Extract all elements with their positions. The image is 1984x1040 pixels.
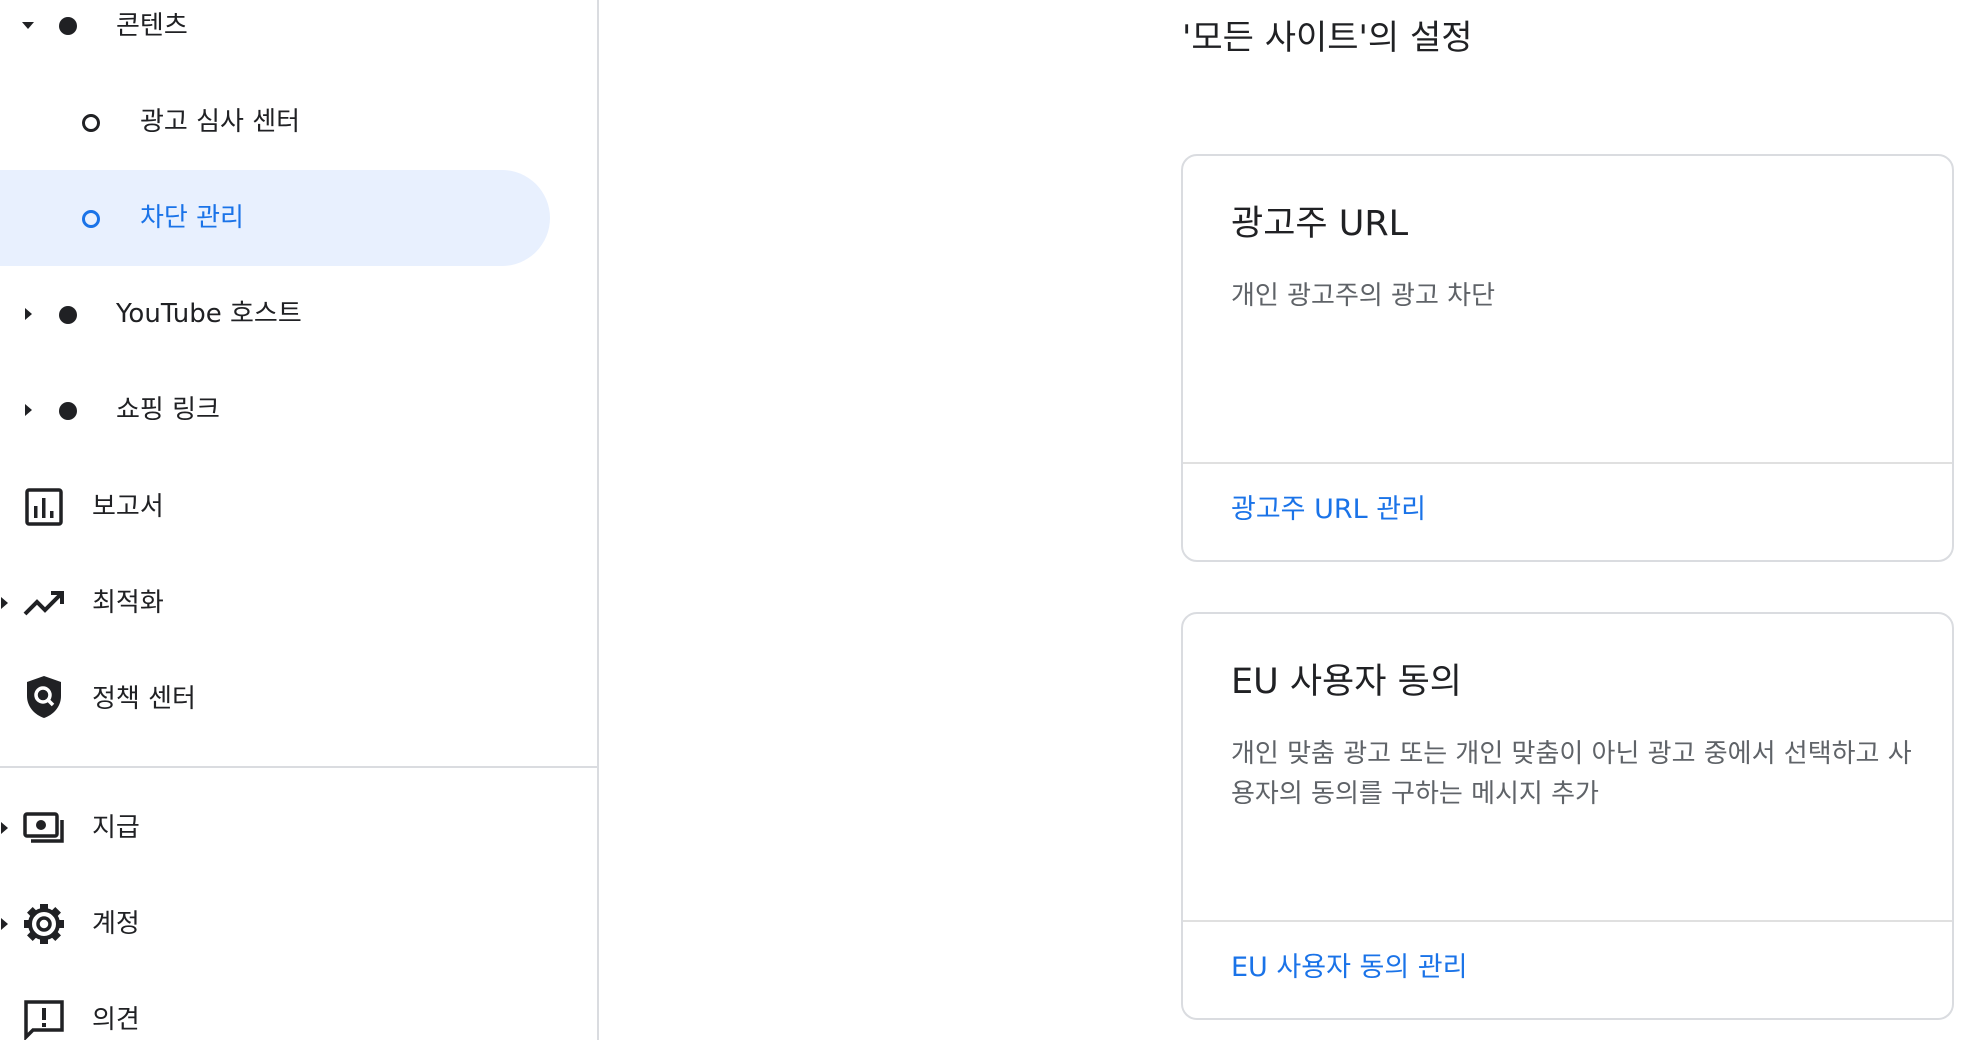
advertiser-url-card: 광고주 URL 개인 광고주의 광고 차단 광고주 URL 관리: [1181, 154, 1954, 562]
feedback-icon: [22, 998, 66, 1040]
chevron-right-icon[interactable]: [25, 308, 32, 320]
sidebar-item-label: 차단 관리: [140, 203, 244, 233]
chevron-right-icon[interactable]: [1, 597, 8, 609]
payments-icon: [22, 806, 66, 850]
bar-chart-icon: [22, 485, 66, 529]
sidebar-item-label: 쇼핑 링크: [116, 395, 220, 425]
sidebar-item-label: 의견: [92, 1005, 140, 1035]
shield-search-icon: [22, 675, 66, 719]
sidebar: 콘텐츠 광고 심사 센터 차단 관리 YouTube 호스트 쇼핑 링크 보고서…: [0, 0, 599, 1040]
filled-dot-icon: [59, 306, 77, 324]
filled-dot-icon: [59, 17, 77, 35]
chevron-right-icon[interactable]: [25, 404, 32, 416]
sidebar-item-label: 최적화: [92, 588, 164, 618]
sidebar-item-label: 콘텐츠: [116, 11, 188, 41]
sidebar-item-policy-center[interactable]: 정책 센터: [0, 651, 550, 747]
sidebar-item-label: 보고서: [92, 492, 164, 522]
trending-up-icon: [22, 581, 66, 625]
sidebar-item-blocking-controls[interactable]: 차단 관리: [0, 170, 550, 266]
sidebar-item-youtube-host[interactable]: YouTube 호스트: [0, 266, 550, 362]
gear-icon: [22, 902, 66, 946]
card-title: 광고주 URL: [1231, 204, 1409, 244]
sidebar-item-label: 지급: [92, 813, 140, 843]
outlined-dot-icon: [82, 210, 100, 228]
sidebar-item-optimization[interactable]: 최적화: [0, 555, 550, 651]
sidebar-item-content[interactable]: 콘텐츠: [0, 0, 550, 74]
sidebar-item-shopping-link[interactable]: 쇼핑 링크: [0, 362, 550, 458]
app-root: 콘텐츠 광고 심사 센터 차단 관리 YouTube 호스트 쇼핑 링크 보고서…: [0, 0, 1984, 1040]
sidebar-item-label: 계정: [92, 909, 140, 939]
page-title: '모든 사이트'의 설정: [1182, 18, 1473, 58]
chevron-right-icon[interactable]: [1, 822, 8, 834]
card-description: 개인 광고주의 광고 차단: [1231, 281, 1495, 311]
sidebar-item-label: 광고 심사 센터: [140, 107, 301, 137]
sidebar-divider: [0, 766, 597, 768]
chevron-down-icon[interactable]: [22, 22, 34, 29]
sidebar-item-label: 정책 센터: [92, 684, 196, 714]
outlined-dot-icon: [82, 114, 100, 132]
card-title: EU 사용자 동의: [1231, 662, 1462, 702]
manage-advertiser-url-link[interactable]: 광고주 URL 관리: [1231, 493, 1426, 527]
card-divider: [1183, 462, 1952, 464]
manage-eu-user-consent-link[interactable]: EU 사용자 동의 관리: [1231, 951, 1467, 985]
sidebar-item-account[interactable]: 계정: [0, 876, 550, 972]
card-description: 개인 맞춤 광고 또는 개인 맞춤이 아닌 광고 중에서 선택하고 사용자의 동…: [1231, 739, 1912, 809]
eu-user-consent-card: EU 사용자 동의 개인 맞춤 광고 또는 개인 맞춤이 아닌 광고 중에서 선…: [1181, 612, 1954, 1020]
chevron-right-icon[interactable]: [1, 918, 8, 930]
sidebar-item-reports[interactable]: 보고서: [0, 459, 550, 555]
sidebar-item-label: YouTube 호스트: [116, 299, 302, 329]
sidebar-item-payments[interactable]: 지급: [0, 780, 550, 876]
sidebar-item-feedback[interactable]: 의견: [0, 972, 550, 1040]
sidebar-item-ad-review-center[interactable]: 광고 심사 센터: [0, 74, 550, 170]
filled-dot-icon: [59, 402, 77, 420]
card-divider: [1183, 920, 1952, 922]
